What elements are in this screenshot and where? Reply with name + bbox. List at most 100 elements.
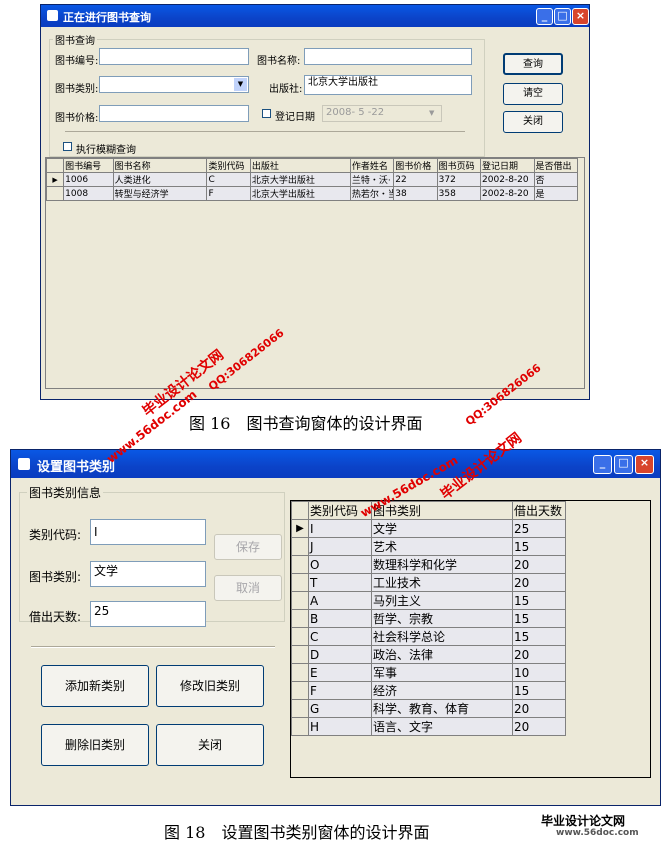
table-cell[interactable]: B xyxy=(308,609,372,628)
table-cell[interactable]: I xyxy=(308,519,372,538)
table-cell[interactable]: E xyxy=(308,663,372,682)
row-selector[interactable] xyxy=(291,537,309,556)
fuzzy-query-checkbox[interactable] xyxy=(63,142,72,151)
current-row-arrow-icon[interactable]: ▶ xyxy=(291,519,309,538)
price-input[interactable] xyxy=(99,105,249,122)
table-cell[interactable]: A xyxy=(308,591,372,610)
table-cell[interactable]: F xyxy=(206,186,251,201)
table-cell[interactable]: 15 xyxy=(512,681,566,700)
column-header[interactable]: 图书价格 xyxy=(393,158,438,173)
delete-category-button[interactable]: 删除旧类别 xyxy=(41,724,149,766)
row-selector[interactable] xyxy=(291,699,309,718)
code-input[interactable]: I xyxy=(90,519,206,545)
table-row[interactable]: ▶ 1006 人类进化 C 北京大学出版社 兰特・沃· 22 372 2002-8-20 否 xyxy=(45,172,579,187)
table-cell[interactable]: 20 xyxy=(512,699,566,718)
row-selector[interactable] xyxy=(291,681,309,700)
table-cell[interactable]: 政治、法律 xyxy=(371,645,513,664)
column-header[interactable]: 图书页码 xyxy=(436,158,482,173)
table-cell[interactable]: 热若尔・当 xyxy=(349,186,395,201)
chevron-down-icon[interactable]: ▼ xyxy=(429,107,440,120)
table-row[interactable]: D 政治、法律 20 xyxy=(291,645,566,664)
table-cell[interactable]: 15 xyxy=(512,537,566,556)
category-grid-area[interactable]: 类别代码 图书类别 借出天数 ▶ I 文学 25 J 艺术 15 O 数理科学和化学 20 T 工业技术 20… xyxy=(290,500,651,778)
category-grid[interactable]: 类别代码 图书类别 借出天数 ▶ I 文学 25 J 艺术 15 O 数理科学和化学 20 T 工业技术 20… xyxy=(291,501,566,736)
table-cell[interactable]: 经济 xyxy=(371,681,513,700)
reg-date-checkbox[interactable] xyxy=(262,109,271,118)
add-category-button[interactable]: 添加新类别 xyxy=(41,665,149,707)
column-header[interactable]: 图书类别 xyxy=(371,501,513,520)
minimize-icon[interactable]: _ xyxy=(593,455,612,474)
column-header[interactable]: 是否借出 xyxy=(533,158,579,173)
table-cell[interactable]: 20 xyxy=(512,645,566,664)
table-cell[interactable]: 20 xyxy=(512,717,566,736)
table-cell[interactable]: 20 xyxy=(512,573,566,592)
row-selector[interactable] xyxy=(291,555,309,574)
results-grid[interactable]: 图书编号 图书名称 类别代码 出版社 作者姓名 图书价格 图书页码 登记日期 是否借出 ▶ 1006… xyxy=(45,158,579,201)
table-cell[interactable]: 兰特・沃· xyxy=(349,172,395,187)
column-header[interactable]: 借出天数 xyxy=(512,501,566,520)
table-row[interactable]: G 科学、教育、体育 20 xyxy=(291,699,566,718)
table-row[interactable]: C 社会科学总论 15 xyxy=(291,627,566,646)
table-cell[interactable]: 文学 xyxy=(371,519,513,538)
table-cell[interactable]: 15 xyxy=(512,627,566,646)
table-cell[interactable]: 2002-8-20 xyxy=(480,186,535,201)
maximize-icon[interactable]: □ xyxy=(614,455,633,474)
table-cell[interactable]: 22 xyxy=(393,172,438,187)
table-row[interactable]: B 哲学、宗教 15 xyxy=(291,609,566,628)
table-cell[interactable]: 人类进化 xyxy=(112,172,208,187)
table-cell[interactable]: 1006 xyxy=(63,172,114,187)
table-cell[interactable]: 语言、文字 xyxy=(371,717,513,736)
close-button[interactable]: 关闭 xyxy=(156,724,264,766)
table-cell[interactable]: 哲学、宗教 xyxy=(371,609,513,628)
table-row[interactable]: F 经济 15 xyxy=(291,681,566,700)
days-input[interactable]: 25 xyxy=(90,601,206,627)
table-cell[interactable]: 2002-8-20 xyxy=(480,172,535,187)
table-cell[interactable]: 10 xyxy=(512,663,566,682)
table-cell[interactable]: 是 xyxy=(533,186,579,201)
table-cell[interactable]: 工业技术 xyxy=(371,573,513,592)
table-cell[interactable]: H xyxy=(308,717,372,736)
row-selector[interactable] xyxy=(291,609,309,628)
table-cell[interactable]: F xyxy=(308,681,372,700)
table-cell[interactable]: 25 xyxy=(512,519,566,538)
table-cell[interactable]: 转型与经济学 xyxy=(112,186,208,201)
column-header[interactable]: 图书编号 xyxy=(63,158,114,173)
book-no-input[interactable] xyxy=(99,48,249,65)
table-cell[interactable]: 15 xyxy=(512,591,566,610)
maximize-icon[interactable]: □ xyxy=(554,8,571,25)
table-cell[interactable]: 否 xyxy=(533,172,579,187)
table-cell[interactable]: 社会科学总论 xyxy=(371,627,513,646)
reg-date-picker[interactable]: 2008- 5 -22 xyxy=(322,105,442,122)
column-header[interactable]: 登记日期 xyxy=(480,158,535,173)
table-cell[interactable]: 马列主义 xyxy=(371,591,513,610)
table-row[interactable]: H 语言、文字 20 xyxy=(291,717,566,736)
table-row[interactable]: 1008 转型与经济学 F 北京大学出版社 热若尔・当 38 358 2002-8-20 是 xyxy=(45,186,579,201)
chevron-down-icon[interactable]: ▼ xyxy=(234,78,247,91)
close-icon[interactable]: × xyxy=(572,8,589,25)
category-select[interactable]: ▼ xyxy=(99,76,249,93)
table-cell[interactable]: 20 xyxy=(512,555,566,574)
table-cell[interactable]: 艺术 xyxy=(371,537,513,556)
results-grid-area[interactable]: 图书编号 图书名称 类别代码 出版社 作者姓名 图书价格 图书页码 登记日期 是否借出 ▶ 1006… xyxy=(45,157,585,389)
table-cell[interactable]: 372 xyxy=(436,172,482,187)
row-selector[interactable] xyxy=(291,645,309,664)
book-name-input[interactable] xyxy=(304,48,472,65)
row-selector[interactable] xyxy=(291,717,309,736)
modify-category-button[interactable]: 修改旧类别 xyxy=(156,665,264,707)
column-header[interactable]: 类别代码 xyxy=(206,158,251,173)
clear-button[interactable]: 请空 xyxy=(503,83,563,105)
table-cell[interactable]: 38 xyxy=(393,186,438,201)
row-selector[interactable] xyxy=(291,573,309,592)
table-cell[interactable]: C xyxy=(206,172,251,187)
table-cell[interactable]: D xyxy=(308,645,372,664)
column-header[interactable]: 作者姓名 xyxy=(349,158,395,173)
row-selector[interactable] xyxy=(45,186,65,201)
table-cell[interactable]: 军事 xyxy=(371,663,513,682)
table-cell[interactable]: 北京大学出版社 xyxy=(249,186,351,201)
table-cell[interactable]: T xyxy=(308,573,372,592)
table-row[interactable]: J 艺术 15 xyxy=(291,537,566,556)
table-row[interactable]: A 马列主义 15 xyxy=(291,591,566,610)
table-cell[interactable]: 数理科学和化学 xyxy=(371,555,513,574)
title-bar[interactable]: 正在进行图书查询 _ □ × xyxy=(41,5,589,27)
column-header[interactable]: 出版社 xyxy=(249,158,351,173)
